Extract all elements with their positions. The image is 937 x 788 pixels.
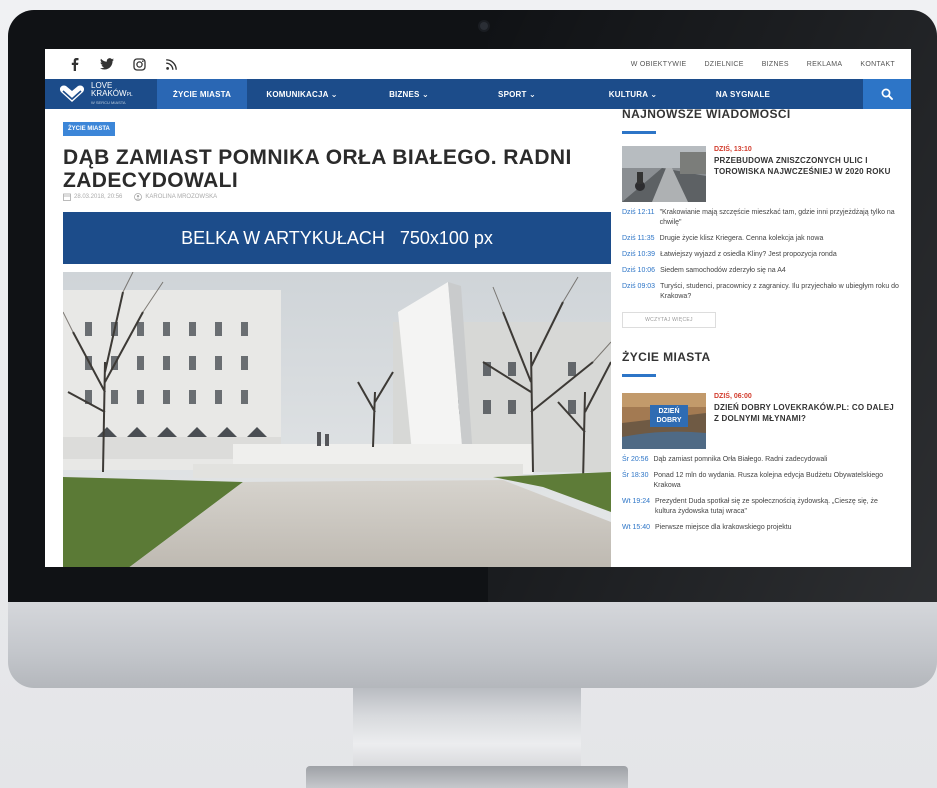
toplink-kontakt[interactable]: KONTAKT bbox=[860, 61, 895, 68]
nav-sport[interactable]: SPORT ⌄ bbox=[461, 79, 573, 109]
city-feature-date: DZIŚ, 06:00 bbox=[714, 393, 752, 400]
category-tag[interactable]: ŻYCIE MIASTA bbox=[63, 122, 115, 136]
facebook-icon[interactable] bbox=[67, 56, 83, 72]
monument-rendering-image bbox=[63, 272, 611, 567]
load-more-button[interactable]: WCZYTAJ WIĘCEJ bbox=[622, 312, 716, 328]
toplink-dzielnice[interactable]: DZIELNICE bbox=[704, 61, 743, 68]
nav-kultura[interactable]: KULTURA ⌄ bbox=[573, 79, 693, 109]
list-item[interactable]: Dziś 09:03 Turyści, studenci, pracownicy … bbox=[622, 282, 900, 302]
list-item[interactable]: Wt 15:40 Pierwsze miejsce dla krakowskieg… bbox=[622, 523, 900, 533]
heart-logo-icon bbox=[59, 85, 85, 102]
article-photo[interactable] bbox=[63, 272, 611, 567]
section-divider bbox=[622, 374, 656, 377]
latest-feature-date: DZIŚ, 13:10 bbox=[714, 146, 752, 153]
nav-biznes[interactable]: BIZNES ⌄ bbox=[357, 79, 461, 109]
latest-news-heading: NAJNOWSZE WIADOMOŚCI bbox=[622, 107, 791, 121]
article: ŻYCIE MIASTA DĄB ZAMIAST POMNIKA ORŁA BI… bbox=[45, 109, 611, 567]
site-logo[interactable]: LOVE KRAKÓWPL W SERCU MIASTA bbox=[45, 79, 157, 109]
list-item[interactable]: Śr 18:30 Ponad 12 mln do wydania. Rusza k… bbox=[622, 471, 900, 491]
camera-icon bbox=[480, 22, 488, 30]
list-item[interactable]: Dziś 11:35 Drugie życie klisz Kriegera. C… bbox=[622, 234, 900, 244]
city-news-list: Śr 20:56 Dąb zamiast pomnika Orła Białego… bbox=[622, 455, 900, 533]
monitor-base bbox=[306, 766, 628, 788]
article-date: 28.03.2018, 20:56 bbox=[74, 194, 123, 200]
article-author[interactable]: KAROLINA MROZOWSKA bbox=[145, 194, 217, 200]
ad-banner[interactable]: BELKA W ARTYKUŁACH 750x100 px bbox=[63, 212, 611, 264]
nav-komunikacja[interactable]: KOMUNIKACJA ⌄ bbox=[247, 79, 357, 109]
search-button[interactable] bbox=[863, 79, 911, 109]
calendar-icon bbox=[63, 193, 71, 201]
monitor-chin bbox=[8, 602, 937, 688]
toplink-w-obiektywie[interactable]: W OBIEKTYWIE bbox=[631, 61, 687, 68]
latest-feature-thumbnail[interactable] bbox=[622, 146, 706, 202]
rss-icon[interactable] bbox=[163, 56, 179, 72]
article-title: DĄB ZAMIAST POMNIKA ORŁA BIAŁEGO. RADNI … bbox=[63, 146, 572, 192]
list-item[interactable]: Wt 19:24 Prezydent Duda spotkał się ze sp… bbox=[622, 497, 900, 517]
list-item[interactable]: Dziś 10:39 Łatwiejszy wyjazd z osiedla Kl… bbox=[622, 250, 900, 260]
social-links bbox=[67, 56, 179, 72]
section-divider bbox=[622, 131, 656, 134]
nav-na-sygnale[interactable]: NA SYGNALE bbox=[693, 79, 793, 109]
list-item[interactable]: Dziś 10:06 Siedem samochodów zderzyło się… bbox=[622, 266, 900, 276]
top-links: W OBIEKTYWIE DZIELNICE BIZNES REKLAMA KO… bbox=[631, 61, 895, 68]
list-item[interactable]: Śr 20:56 Dąb zamiast pomnika Orła Białego… bbox=[622, 455, 900, 465]
toplink-reklama[interactable]: REKLAMA bbox=[807, 61, 843, 68]
instagram-icon[interactable] bbox=[131, 56, 147, 72]
desktop-background: W OBIEKTYWIE DZIELNICE BIZNES REKLAMA KO… bbox=[0, 0, 937, 788]
toplink-biznes[interactable]: BIZNES bbox=[762, 61, 789, 68]
list-item[interactable]: Dziś 12:11 "Krakowianie mają szczęście mi… bbox=[622, 208, 900, 228]
user-icon bbox=[134, 193, 143, 201]
city-feature[interactable]: DZIEŃ DOBRY DZIŚ, 06:00 DZIEŃ DOBRY LOVE… bbox=[622, 393, 900, 449]
latest-feature[interactable]: DZIŚ, 13:10 PRZEBUDOWA ZNISZCZONYCH ULIC… bbox=[622, 146, 900, 202]
main-navigation: LOVE KRAKÓWPL W SERCU MIASTA ŻYCIE MIAST… bbox=[45, 79, 911, 109]
monitor-stand bbox=[353, 688, 581, 768]
twitter-icon[interactable] bbox=[99, 56, 115, 72]
city-feature-thumbnail[interactable]: DZIEŃ DOBRY bbox=[622, 393, 706, 449]
latest-news-list: Dziś 12:11 "Krakowianie mają szczęście mi… bbox=[622, 208, 900, 302]
latest-feature-title[interactable]: PRZEBUDOWA ZNISZCZONYCH ULIC I TOROWISKA… bbox=[714, 155, 894, 177]
city-feature-title[interactable]: DZIEŃ DOBRY LOVEKRAKÓW.PL: CO DALEJ Z DO… bbox=[714, 402, 894, 424]
article-meta: 28.03.2018, 20:56 KAROLINA MROZOWSKA bbox=[63, 193, 600, 201]
logo-tagline: W SERCU MIASTA bbox=[91, 99, 126, 105]
nav-zycie-miasta[interactable]: ŻYCIE MIASTA bbox=[157, 79, 247, 109]
logo-suffix: PL bbox=[126, 91, 133, 98]
top-bar: W OBIEKTYWIE DZIELNICE BIZNES REKLAMA KO… bbox=[45, 49, 911, 79]
logo-line2: KRAKÓW bbox=[91, 88, 127, 98]
browser-screen: W OBIEKTYWIE DZIELNICE BIZNES REKLAMA KO… bbox=[45, 49, 911, 567]
thumb-label: DZIEŃ DOBRY bbox=[650, 405, 688, 427]
sidebar: NAJNOWSZE WIADOMOŚCI DZIŚ, 13:10 PRZEBUD… bbox=[600, 107, 900, 567]
ad-banner-text: BELKA W ARTYKUŁACH 750x100 px bbox=[181, 227, 493, 248]
search-icon bbox=[881, 88, 893, 100]
city-life-heading: ŻYCIE MIASTA bbox=[622, 350, 711, 364]
